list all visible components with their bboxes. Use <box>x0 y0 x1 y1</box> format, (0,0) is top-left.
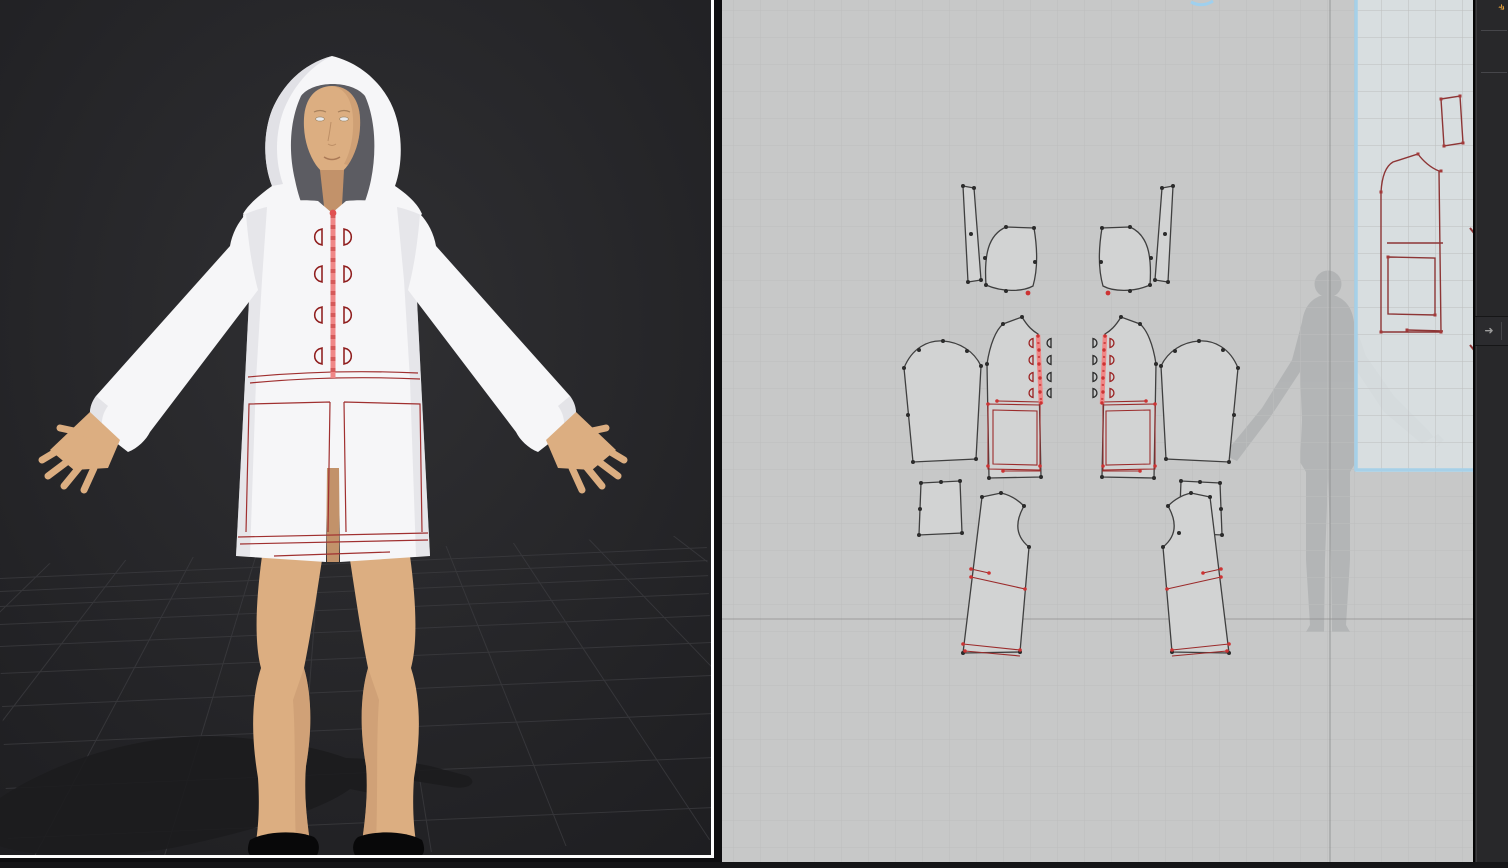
chevron-double-collapse-icon[interactable]: » <box>1490 0 1508 18</box>
piece-pocket-left[interactable] <box>918 480 963 536</box>
viewport-3d-canvas[interactable] <box>0 0 711 855</box>
header-divider <box>1501 322 1502 340</box>
panel-separator <box>1481 72 1507 73</box>
arrow-expand-icon[interactable]: ➜ <box>1481 323 1497 339</box>
collapsed-subwindow-header: ➜ <box>1475 316 1508 346</box>
sidebar-inner-edge <box>1476 0 1477 868</box>
right-sidebar: » ➜ <box>1473 0 1508 868</box>
grid <box>722 0 1473 862</box>
piece-sleeve-left[interactable] <box>903 340 982 463</box>
piece-sleeve-right[interactable] <box>1160 340 1239 463</box>
viewport-3d[interactable] <box>0 0 714 858</box>
window-bottom-strip <box>0 862 1508 868</box>
left-eye <box>315 116 325 122</box>
center-front-selected-edge[interactable] <box>329 209 337 378</box>
right-eye <box>339 116 349 122</box>
viewport-2d[interactable] <box>722 0 1473 862</box>
viewport-2d-canvas[interactable] <box>722 0 1473 862</box>
panel-separator <box>1481 30 1507 31</box>
